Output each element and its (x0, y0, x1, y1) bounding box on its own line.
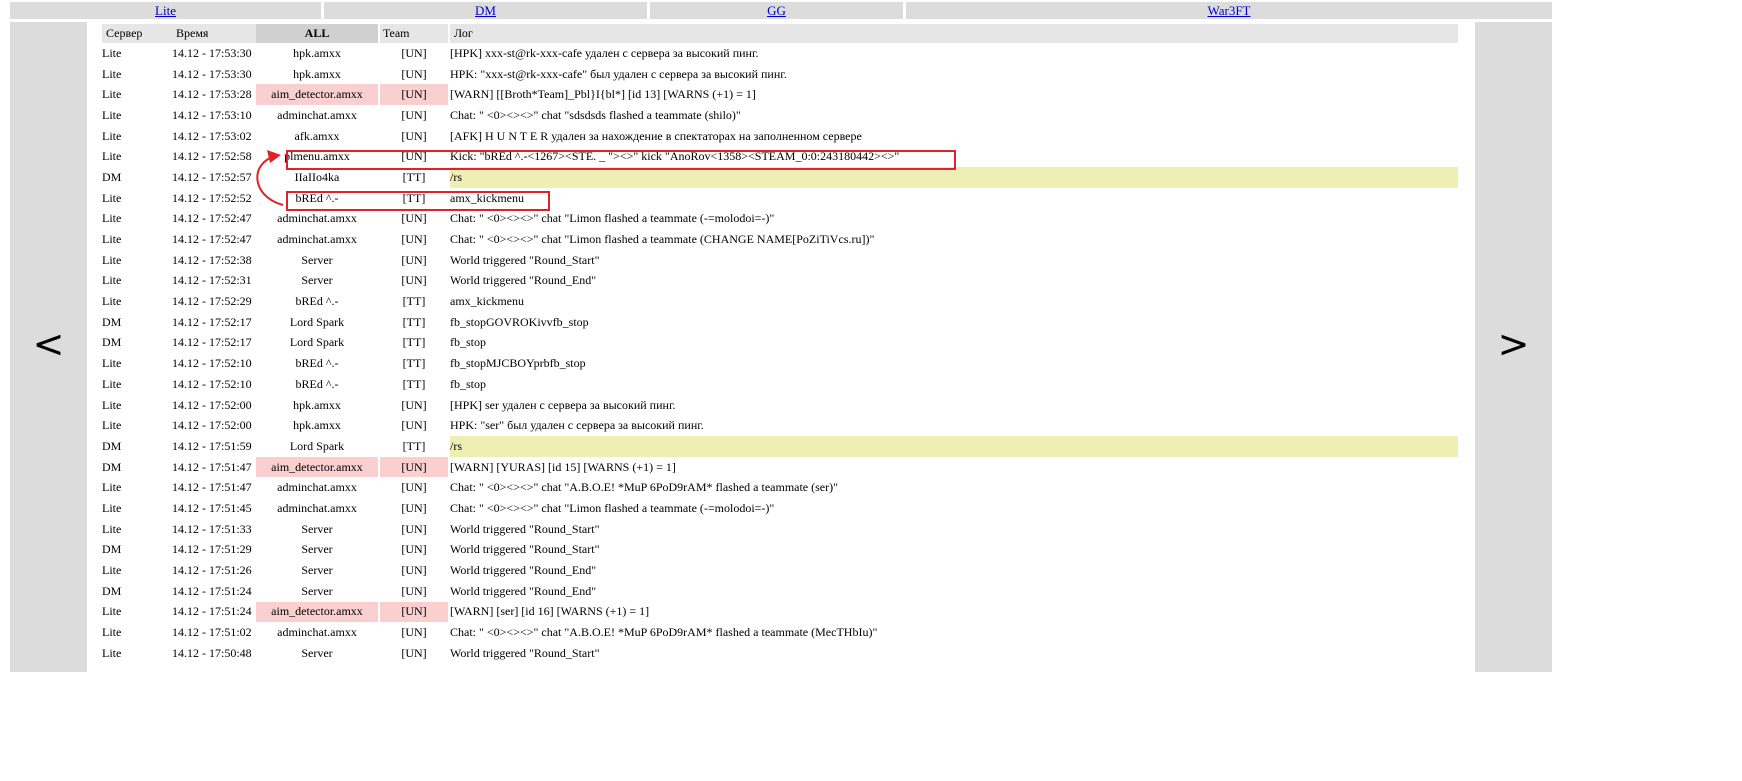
annotation-arrow-icon (256, 150, 284, 206)
